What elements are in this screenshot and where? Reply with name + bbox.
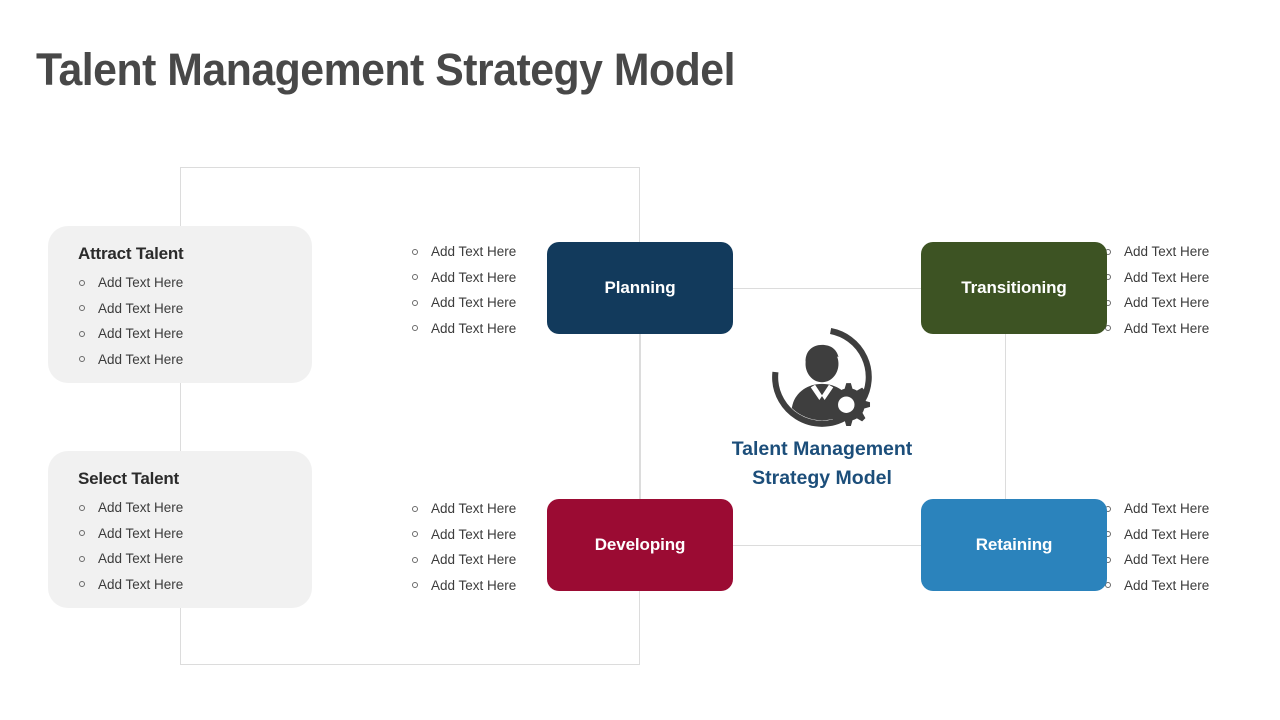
node-label: Developing <box>594 535 686 554</box>
circle-bullet-icon <box>412 582 418 589</box>
circle-bullet-icon <box>79 555 85 562</box>
list-item-label: Add Text Here <box>1124 526 1210 542</box>
list-item: Add Text Here <box>1104 265 1280 291</box>
bullet-list: Add Text Here Add Text Here Add Text Her… <box>1104 239 1280 341</box>
side-panel-select-talent[interactable]: Select Talent Add Text Here Add Text Her… <box>48 451 312 608</box>
list-item-label: Add Text Here <box>98 500 184 515</box>
list-item-label: Add Text Here <box>1124 269 1210 285</box>
list-item-label: Add Text Here <box>98 275 184 290</box>
center-label: Talent Management Strategy Model <box>697 435 947 493</box>
list-item-label: Add Text Here <box>98 351 184 367</box>
circle-bullet-icon <box>79 330 85 337</box>
list-item: Add Text Here <box>1104 496 1280 522</box>
side-panel-title: Select Talent <box>78 469 180 488</box>
list-item: Add Text Here <box>78 270 290 296</box>
list-item: Add Text Here <box>78 546 290 572</box>
list-item-label: Add Text Here <box>98 525 184 541</box>
circle-bullet-icon <box>412 274 418 281</box>
circle-bullet-icon <box>412 325 418 332</box>
bullet-column-transitioning: Add Text Here Add Text Here Add Text Her… <box>1104 239 1280 341</box>
list-item-label: Add Text Here <box>98 551 184 566</box>
circle-bullet-icon <box>79 504 85 511</box>
list-item-label: Add Text Here <box>431 244 517 259</box>
list-item-label: Add Text Here <box>1124 295 1210 310</box>
circle-bullet-icon <box>412 248 418 255</box>
center-label-line1: Talent Management <box>731 438 913 460</box>
list-item-label: Add Text Here <box>431 320 517 336</box>
list-item-label: Add Text Here <box>1124 552 1210 567</box>
list-item: Add Text Here <box>78 296 290 322</box>
node-developing[interactable]: Developing <box>547 499 733 591</box>
list-item-label: Add Text Here <box>431 526 517 542</box>
list-item-label: Add Text Here <box>98 326 184 341</box>
list-item-label: Add Text Here <box>431 552 517 567</box>
list-item: Add Text Here <box>1104 290 1280 316</box>
circle-bullet-icon <box>79 530 85 537</box>
list-item: Add Text Here <box>1104 239 1280 265</box>
list-item-label: Add Text Here <box>1124 320 1210 336</box>
list-item-label: Add Text Here <box>1124 577 1210 593</box>
circle-bullet-icon <box>79 356 85 363</box>
node-label: Transitioning <box>961 278 1067 297</box>
list-item-label: Add Text Here <box>431 295 517 310</box>
circle-bullet-icon <box>79 279 85 286</box>
list-item: Add Text Here <box>1104 547 1280 573</box>
side-panel-bullet-list: Add Text Here Add Text Here Add Text Her… <box>78 270 290 372</box>
center-label-line2: Strategy Model <box>752 467 892 489</box>
side-panel-title: Attract Talent <box>78 244 184 263</box>
list-item-label: Add Text Here <box>1124 501 1210 516</box>
bullet-list: Add Text Here Add Text Here Add Text Her… <box>1104 496 1280 598</box>
list-item-label: Add Text Here <box>98 576 184 592</box>
node-retaining[interactable]: Retaining <box>921 499 1107 591</box>
list-item-label: Add Text Here <box>1124 244 1210 259</box>
diagram-canvas: Attract Talent Add Text Here Add Text He… <box>0 0 1280 720</box>
list-item-label: Add Text Here <box>431 577 517 593</box>
list-item-label: Add Text Here <box>431 501 517 516</box>
bullet-column-retaining: Add Text Here Add Text Here Add Text Her… <box>1104 496 1280 598</box>
circle-bullet-icon <box>79 305 85 312</box>
circle-bullet-icon <box>79 581 85 588</box>
node-label: Retaining <box>975 535 1053 554</box>
list-item: Add Text Here <box>78 495 290 521</box>
list-item: Add Text Here <box>1104 522 1280 548</box>
list-item: Add Text Here <box>1104 316 1280 342</box>
list-item: Add Text Here <box>78 521 290 547</box>
node-planning[interactable]: Planning <box>547 242 733 334</box>
list-item: Add Text Here <box>78 347 290 373</box>
person-gear-icon <box>772 327 872 427</box>
list-item: Add Text Here <box>78 572 290 598</box>
center-cluster: Talent Management Strategy Model <box>697 325 947 493</box>
node-transitioning[interactable]: Transitioning <box>921 242 1107 334</box>
circle-bullet-icon <box>412 299 418 306</box>
circle-bullet-icon <box>412 531 418 538</box>
list-item: Add Text Here <box>1104 573 1280 599</box>
list-item-label: Add Text Here <box>98 300 184 316</box>
circle-bullet-icon <box>412 556 418 563</box>
node-label: Planning <box>604 278 676 297</box>
list-item: Add Text Here <box>78 321 290 347</box>
circle-bullet-icon <box>412 505 418 512</box>
side-panel-bullet-list: Add Text Here Add Text Here Add Text Her… <box>78 495 290 597</box>
list-item-label: Add Text Here <box>431 269 517 285</box>
side-panel-attract-talent[interactable]: Attract Talent Add Text Here Add Text He… <box>48 226 312 383</box>
